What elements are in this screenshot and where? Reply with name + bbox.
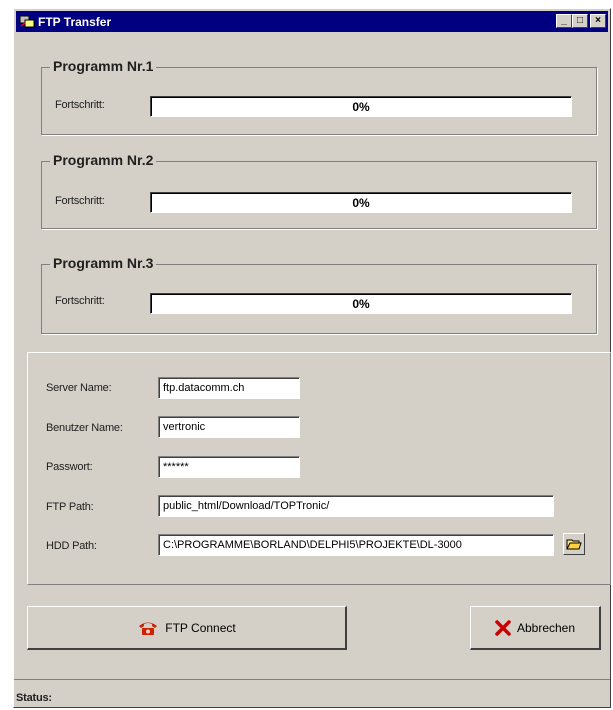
telephone-icon: [139, 622, 158, 635]
status-label: Status:: [16, 692, 52, 704]
program-2-group: Programm Nr.2 Fortschritt: 0%: [41, 152, 597, 229]
hdd-path-input[interactable]: [158, 534, 554, 556]
window-title: FTP Transfer: [38, 15, 112, 29]
password-input[interactable]: [158, 456, 300, 478]
folder-open-icon: [566, 539, 582, 550]
ftp-app-icon: [19, 15, 35, 28]
title-bar[interactable]: FTP Transfer _ □ ×: [16, 11, 608, 32]
program-3-group: Programm Nr.3 Fortschritt: 0%: [41, 255, 597, 334]
program-1-title: Programm Nr.1: [50, 58, 157, 74]
server-name-label: Server Name:: [46, 382, 112, 394]
maximize-button[interactable]: □: [572, 14, 588, 28]
program-1-group: Programm Nr.1 Fortschritt: 0%: [41, 58, 597, 135]
ftp-path-label: FTP Path:: [46, 501, 94, 513]
cancel-label: Abbrechen: [516, 620, 576, 635]
minimize-button[interactable]: _: [556, 14, 572, 28]
hdd-path-label: HDD Path:: [46, 540, 97, 552]
program-1-progress-bar: 0%: [150, 96, 572, 117]
ftp-connect-label: FTP Connect: [165, 620, 236, 635]
program-2-progress-label: Fortschritt:: [55, 195, 105, 207]
progress-percent: 0%: [352, 297, 370, 311]
close-button[interactable]: ×: [590, 14, 606, 28]
browse-folder-button[interactable]: [563, 533, 585, 555]
user-name-label: Benutzer Name:: [46, 422, 123, 434]
progress-percent: 0%: [352, 100, 370, 114]
program-1-progress-label: Fortschritt:: [55, 99, 105, 111]
ftp-transfer-window: FTP Transfer _ □ × Programm Nr.1 Fortsch…: [13, 8, 611, 708]
program-2-progress-bar: 0%: [150, 192, 572, 213]
ftp-path-input[interactable]: [158, 495, 554, 517]
red-x-icon: [495, 619, 511, 636]
user-name-input[interactable]: [158, 416, 300, 438]
program-3-progress-bar: 0%: [150, 293, 572, 314]
program-3-progress-label: Fortschritt:: [55, 295, 105, 307]
ftp-connect-button[interactable]: FTP Connect: [27, 606, 347, 650]
program-2-title: Programm Nr.2: [50, 152, 157, 168]
connection-settings-panel: Server Name: Benutzer Name: Passwort: FT…: [27, 352, 611, 585]
program-3-title: Programm Nr.3: [50, 255, 157, 271]
password-label: Passwort:: [46, 461, 93, 473]
status-bar: Status:: [14, 679, 610, 708]
cancel-button[interactable]: Abbrechen: [470, 606, 601, 650]
server-name-input[interactable]: [158, 377, 300, 399]
progress-percent: 0%: [352, 196, 370, 210]
